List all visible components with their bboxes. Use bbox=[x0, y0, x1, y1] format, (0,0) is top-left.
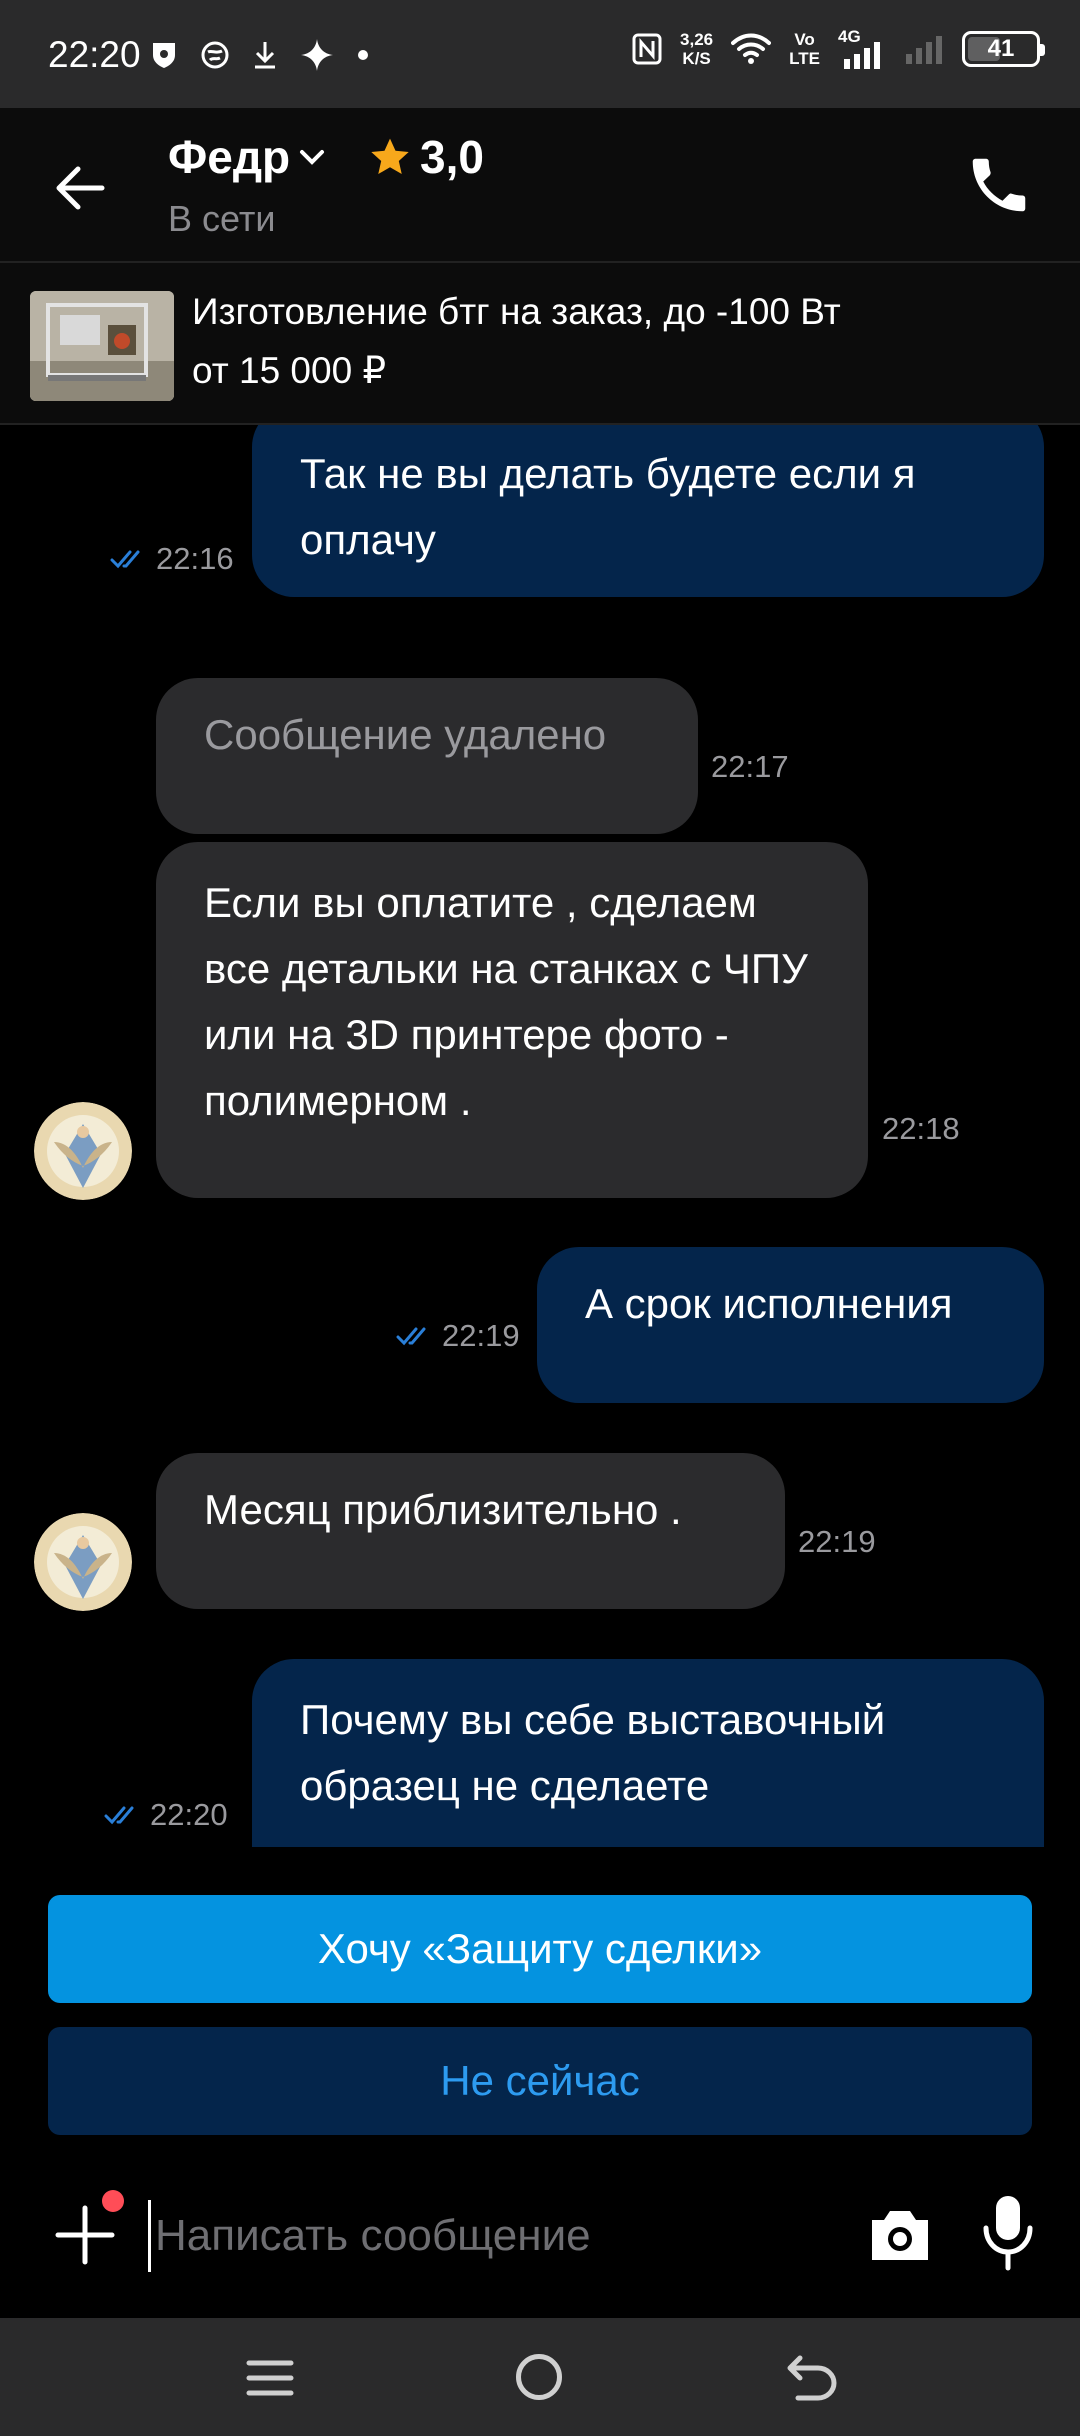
seller-rating[interactable]: 3,0 bbox=[368, 130, 484, 184]
message-meta: 22:17 bbox=[711, 749, 789, 785]
home-icon[interactable] bbox=[516, 2354, 562, 2400]
rating-value: 3,0 bbox=[420, 131, 484, 183]
not-now-button[interactable]: Не сейчас bbox=[48, 2027, 1032, 2135]
message-meta: 22:19 bbox=[396, 1318, 520, 1354]
outgoing-message[interactable]: А срок исполнения bbox=[537, 1247, 1044, 1403]
message-text: Так не вы делать будете если я оплачу bbox=[300, 450, 916, 563]
message-text: А срок исполнения bbox=[585, 1280, 953, 1327]
chevron-down-icon bbox=[300, 150, 325, 165]
message-time: 22:17 bbox=[711, 749, 789, 784]
message-time: 22:20 bbox=[150, 1797, 228, 1832]
battery-indicator: 41 bbox=[962, 31, 1045, 67]
deleted-message[interactable]: Сообщение удалено bbox=[156, 678, 698, 834]
outgoing-message[interactable]: Почему вы себе выставочный образец не сд… bbox=[252, 1659, 1044, 1847]
chat-header: Федр 3,0 В сети bbox=[0, 108, 1080, 263]
double-check-icon bbox=[110, 550, 140, 569]
message-meta: 22:20 bbox=[104, 1797, 228, 1833]
volte-bottom: LTE bbox=[789, 49, 820, 68]
volte-indicator: Vo LTE bbox=[789, 30, 820, 68]
message-text: Почему вы себе выставочный образец не сд… bbox=[300, 1696, 886, 1809]
deal-protection-button[interactable]: Хочу «Защиту сделки» bbox=[48, 1895, 1032, 2003]
message-time: 22:16 bbox=[156, 541, 234, 576]
status-bar: 22:20 3,26 K/S Vo LTE 4G 41 bbox=[0, 0, 1080, 108]
battery-level: 41 bbox=[987, 35, 1015, 62]
message-meta: 22:19 bbox=[798, 1524, 876, 1560]
nfc-icon bbox=[632, 33, 662, 65]
sparkle-icon bbox=[301, 39, 333, 71]
plus-icon[interactable] bbox=[54, 2204, 116, 2266]
listing-thumbnail bbox=[30, 291, 174, 401]
dot-icon bbox=[358, 50, 368, 60]
signal-4g: 4G bbox=[838, 27, 886, 69]
contact-name: Федр bbox=[168, 131, 291, 183]
message-meta: 22:16 bbox=[110, 541, 234, 577]
double-check-icon bbox=[104, 1806, 134, 1825]
avatar[interactable] bbox=[34, 1513, 132, 1611]
system-nav-bar bbox=[0, 2318, 1080, 2436]
notification-icons bbox=[150, 38, 370, 72]
camera-icon[interactable] bbox=[866, 2202, 934, 2268]
message-input[interactable] bbox=[148, 2200, 828, 2272]
download-icon bbox=[255, 42, 275, 69]
signal-strong-icon bbox=[844, 42, 880, 69]
message-time: 22:19 bbox=[798, 1524, 876, 1559]
message-time: 22:19 bbox=[442, 1318, 520, 1353]
browser-notification-icon bbox=[201, 41, 229, 69]
incoming-message[interactable]: Если вы оплатите , сделаем все детальки … bbox=[156, 842, 868, 1198]
avatar[interactable] bbox=[34, 1102, 132, 1200]
wifi-icon bbox=[731, 33, 772, 64]
presence-status: В сети bbox=[168, 198, 276, 239]
back-arrow-icon[interactable] bbox=[50, 158, 110, 218]
phone-icon[interactable] bbox=[964, 150, 1034, 220]
message-composer bbox=[0, 2160, 1080, 2320]
incoming-message[interactable]: Месяц приблизительно . bbox=[156, 1453, 785, 1609]
message-text: Сообщение удалено bbox=[204, 711, 607, 758]
star-icon bbox=[371, 138, 409, 175]
double-check-icon bbox=[396, 1327, 426, 1346]
message-meta: 22:18 bbox=[882, 1111, 960, 1147]
listing-card[interactable]: Изготовление бтг на заказ, до -100 Вт от… bbox=[0, 263, 1080, 425]
contact-name-button[interactable]: Федр bbox=[168, 130, 326, 184]
listing-price: от 15 000 ₽ bbox=[192, 350, 386, 391]
nav-back-icon[interactable] bbox=[784, 2352, 840, 2402]
microphone-icon[interactable] bbox=[980, 2194, 1036, 2272]
notification-dot bbox=[102, 2190, 124, 2212]
message-time: 22:18 bbox=[882, 1111, 960, 1146]
outgoing-message[interactable]: Так не вы делать будете если я оплачу bbox=[252, 425, 1044, 597]
net-speed: 3,26 K/S bbox=[680, 30, 713, 68]
message-list[interactable]: Так не вы делать будете если я оплачу 22… bbox=[0, 425, 1080, 1847]
net-speed-value: 3,26 bbox=[680, 30, 714, 49]
shield-notification-icon bbox=[153, 43, 175, 68]
net-speed-unit: K/S bbox=[682, 49, 711, 68]
listing-title: Изготовление бтг на заказ, до -100 Вт bbox=[192, 291, 841, 332]
message-text: Если вы оплатите , сделаем все детальки … bbox=[204, 879, 808, 1124]
signal-weak-icon bbox=[906, 36, 942, 64]
message-text: Месяц приблизительно . bbox=[204, 1486, 682, 1533]
system-indicators: 3,26 K/S Vo LTE 4G 41 bbox=[632, 27, 1045, 69]
volte-top: Vo bbox=[794, 30, 815, 49]
status-time: 22:20 bbox=[48, 34, 141, 75]
recent-apps-icon[interactable] bbox=[245, 2358, 295, 2398]
